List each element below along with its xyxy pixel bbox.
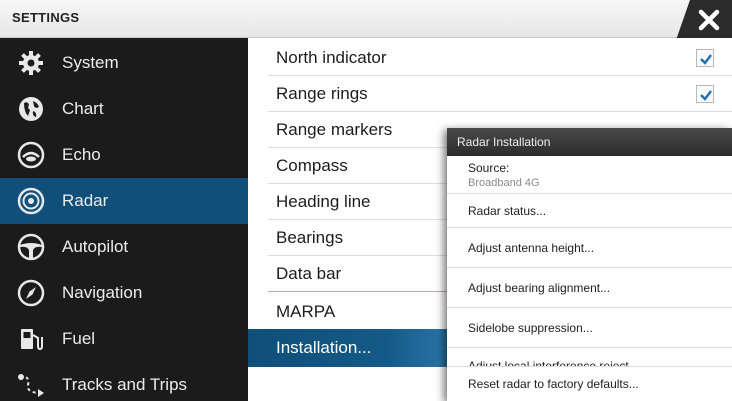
close-icon xyxy=(698,9,720,31)
option-label: Range markers xyxy=(276,120,393,139)
radar-installation-dialog: Radar Installation Source: Broadband 4G … xyxy=(447,128,732,401)
compass-icon xyxy=(0,279,62,307)
source-label: Source: xyxy=(468,160,510,175)
sidebar-item-echo[interactable]: Echo xyxy=(0,132,248,178)
option-label: Installation... xyxy=(276,338,372,357)
dialog-item-radar-status[interactable]: Radar status... xyxy=(447,194,732,228)
north-indicator-checkbox[interactable] xyxy=(696,49,714,67)
dialog-item-label: Reset radar to factory defaults... xyxy=(468,377,639,391)
sidebar-item-label: Echo xyxy=(62,145,101,164)
sidebar-item-radar[interactable]: Radar xyxy=(0,178,248,224)
dialog-item-sidelobe-suppression[interactable]: Sidelobe suppression... xyxy=(447,308,732,348)
checkmark-icon xyxy=(700,90,712,101)
steering-wheel-icon xyxy=(0,233,62,261)
dialog-item-source[interactable]: Source: Broadband 4G xyxy=(447,156,732,194)
range-rings-checkbox[interactable] xyxy=(696,85,714,103)
option-north-indicator[interactable]: North indicator xyxy=(248,40,732,76)
sidebar-item-label: Navigation xyxy=(62,283,143,302)
sidebar-item-navigation[interactable]: Navigation xyxy=(0,270,248,316)
dialog-item-reset-radar-to-factory-defaults[interactable]: Reset radar to factory defaults... xyxy=(447,366,732,401)
dialog-item-label: Sidelobe suppression... xyxy=(468,320,593,335)
option-label: Data bar xyxy=(276,264,342,283)
settings-sidebar: System Chart Echo Radar Autopilot Naviga… xyxy=(0,38,248,401)
checkmark-icon xyxy=(700,54,712,65)
option-range-rings[interactable]: Range rings xyxy=(248,76,732,112)
chart-globe-icon xyxy=(0,95,62,123)
fuel-pump-icon xyxy=(0,325,62,353)
dialog-item-label: Adjust bearing alignment... xyxy=(468,280,611,295)
close-button[interactable] xyxy=(676,0,732,40)
option-label: Range rings xyxy=(276,84,368,103)
sidebar-item-system[interactable]: System xyxy=(0,40,248,86)
window-title: SETTINGS xyxy=(12,10,80,25)
sidebar-item-label: Chart xyxy=(62,99,104,118)
dialog-item-adjust-bearing-alignment[interactable]: Adjust bearing alignment... xyxy=(447,268,732,308)
radar-icon xyxy=(0,187,62,215)
track-icon xyxy=(0,371,62,399)
dialog-title: Radar Installation xyxy=(457,135,551,149)
sidebar-item-tracks-and-trips[interactable]: Tracks and Trips xyxy=(0,362,248,401)
sidebar-item-chart[interactable]: Chart xyxy=(0,86,248,132)
option-label: Bearings xyxy=(276,228,344,247)
source-value: Broadband 4G xyxy=(468,176,540,189)
option-label: Heading line xyxy=(276,192,371,211)
dialog-title-bar: Radar Installation xyxy=(447,128,732,156)
sidebar-item-fuel[interactable]: Fuel xyxy=(0,316,248,362)
gear-icon xyxy=(0,50,62,76)
sidebar-item-label: System xyxy=(62,53,119,72)
option-label: North indicator xyxy=(276,48,387,67)
echo-icon xyxy=(0,141,62,169)
option-label: MARPA xyxy=(276,302,336,321)
dialog-item-label: Radar status... xyxy=(468,203,547,218)
sidebar-item-label: Tracks and Trips xyxy=(62,375,188,394)
sidebar-item-label: Autopilot xyxy=(62,237,129,256)
sidebar-item-label: Fuel xyxy=(62,329,96,348)
title-bar: SETTINGS xyxy=(0,0,732,40)
dialog-item-adjust-antenna-height[interactable]: Adjust antenna height... xyxy=(447,228,732,268)
dialog-item-label: Adjust antenna height... xyxy=(468,240,595,255)
sidebar-item-label: Radar xyxy=(62,191,109,210)
sidebar-item-autopilot[interactable]: Autopilot xyxy=(0,224,248,270)
option-installation[interactable]: Installation... xyxy=(248,329,448,367)
option-label: Compass xyxy=(276,156,348,175)
